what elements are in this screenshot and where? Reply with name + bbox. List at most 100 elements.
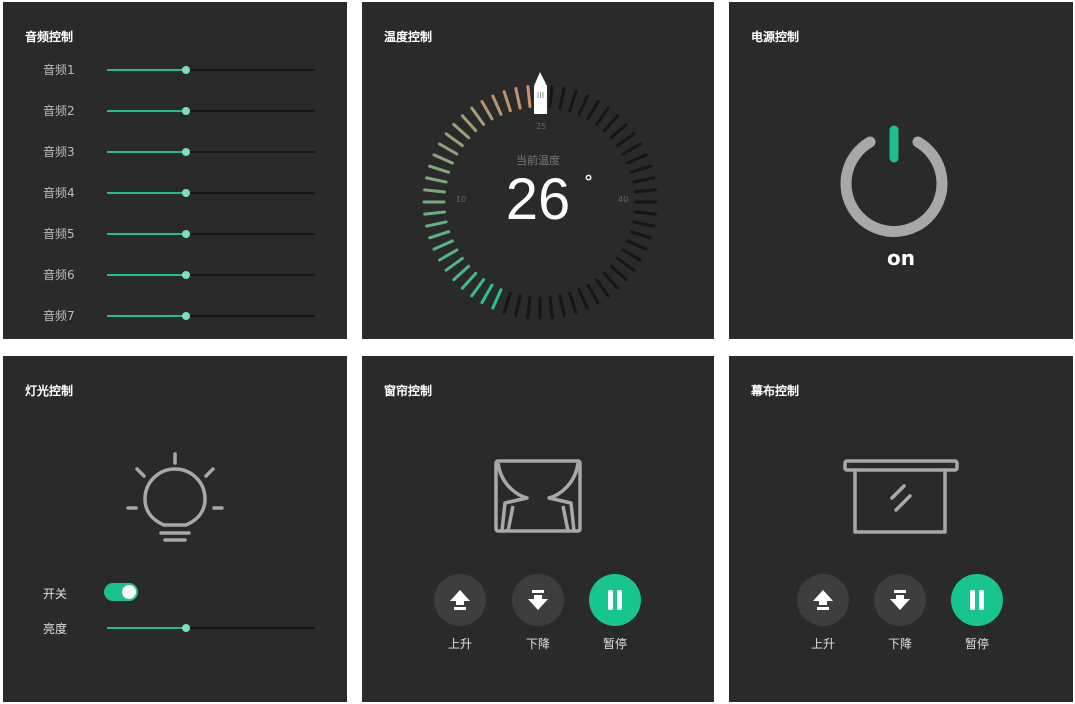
curtain-pause-button[interactable] — [589, 574, 641, 626]
audio-channel-row-6: 音频6 — [3, 265, 347, 285]
curtain-icon — [494, 459, 582, 533]
audio-channel-row-4: 音频4 — [3, 183, 347, 203]
slider-fill — [107, 151, 187, 153]
dial-tick — [491, 288, 503, 310]
screen-down-label: 下降 — [887, 637, 912, 651]
arrow-up-icon — [813, 590, 833, 610]
light-switch-toggle[interactable] — [104, 583, 138, 601]
slider-handle[interactable] — [182, 189, 191, 197]
audio-channel-label: 音频6 — [43, 268, 75, 282]
light-panel-title: 灯光控制 — [25, 384, 74, 398]
toggle-knob — [122, 585, 136, 599]
audio-panel-title: 音频控制 — [25, 30, 74, 44]
projection-screen-icon — [843, 459, 959, 534]
dial-tick — [586, 100, 600, 121]
slider-handle[interactable] — [182, 230, 191, 238]
dial-tick — [526, 85, 532, 109]
audio-channel-row-7: 音频7 — [3, 306, 347, 326]
dial-tick — [514, 294, 522, 317]
degree-symbol: ° — [584, 172, 593, 193]
bulb-icon — [126, 452, 224, 542]
slider-handle[interactable] — [182, 624, 191, 632]
dial-tick — [444, 256, 464, 272]
audio-slider-2[interactable] — [107, 107, 315, 115]
screen-up-button[interactable] — [797, 574, 849, 626]
power-icon[interactable] — [833, 120, 953, 240]
screen-pause-button[interactable] — [951, 574, 1003, 626]
dial-tick — [470, 106, 486, 126]
audio-channel-label: 音频2 — [43, 104, 75, 118]
brightness-slider[interactable] — [107, 624, 315, 632]
audio-slider-3[interactable] — [107, 148, 315, 156]
light-switch-label: 开关 — [43, 587, 68, 601]
audio-channel-row-1: 音频1 — [3, 60, 347, 80]
audio-slider-6[interactable] — [107, 271, 315, 279]
audio-channel-label: 音频3 — [43, 145, 75, 159]
dial-tick — [577, 288, 589, 310]
slider-handle[interactable] — [182, 312, 191, 320]
slider-fill — [107, 627, 187, 629]
dial-tick — [452, 264, 471, 282]
slider-handle[interactable] — [182, 148, 191, 156]
slider-handle[interactable] — [182, 271, 191, 279]
dial-tick — [577, 94, 589, 116]
dial-tick — [548, 295, 554, 319]
audio-channel-label: 音频5 — [43, 227, 75, 241]
dial-tick — [558, 87, 566, 110]
curtain-control-panel: 窗帘控制 上升 下降 暂停 — [362, 356, 714, 702]
power-panel-title: 电源控制 — [751, 30, 800, 44]
power-control-panel: 电源控制 on — [729, 2, 1073, 339]
curtain-up-label: 上升 — [447, 637, 472, 651]
slider-fill — [107, 192, 187, 194]
audio-slider-7[interactable] — [107, 312, 315, 320]
screen-down-button[interactable] — [874, 574, 926, 626]
scale-mid-label: 25 — [536, 122, 547, 131]
dial-tick — [502, 291, 512, 314]
audio-slider-4[interactable] — [107, 189, 315, 197]
dial-tick — [594, 278, 610, 298]
pause-icon — [608, 590, 622, 610]
dial-tick — [526, 295, 532, 319]
audio-slider-1[interactable] — [107, 66, 315, 74]
temperature-control-panel: 温度控制 25 10 40 当前温度 26 ° — [362, 2, 714, 339]
dial-tick — [514, 87, 522, 110]
dial-tick — [602, 271, 620, 290]
curtain-pause-label: 暂停 — [602, 637, 627, 651]
dial-tick — [432, 239, 454, 251]
slider-handle[interactable] — [182, 66, 191, 74]
slider-fill — [107, 274, 187, 276]
audio-channel-label: 音频7 — [43, 309, 75, 323]
curtain-panel-title: 窗帘控制 — [384, 384, 433, 398]
curtain-up-button[interactable] — [434, 574, 486, 626]
audio-channel-row-5: 音频5 — [3, 224, 347, 244]
dial-tick — [480, 283, 494, 304]
audio-channel-label: 音频1 — [43, 63, 75, 77]
dial-tick — [621, 248, 642, 262]
dial-tick — [548, 85, 554, 109]
screen-up-label: 上升 — [810, 637, 835, 651]
audio-channel-label: 音频4 — [43, 186, 75, 200]
slider-fill — [107, 315, 187, 317]
dial-tick — [438, 248, 459, 262]
slider-fill — [107, 233, 187, 235]
pause-icon — [970, 590, 984, 610]
dial-tick — [480, 100, 494, 121]
arrow-up-icon — [450, 590, 470, 610]
curtain-down-button[interactable] — [512, 574, 564, 626]
slider-handle[interactable] — [182, 107, 191, 115]
dial-tick — [616, 132, 636, 148]
temperature-value: 26 — [505, 167, 571, 232]
dial-tick — [609, 122, 628, 140]
dial-tick — [452, 122, 471, 140]
arrow-down-icon — [528, 590, 548, 610]
dial-tick — [609, 264, 628, 282]
audio-slider-5[interactable] — [107, 230, 315, 238]
dial-tick — [460, 114, 478, 133]
screen-panel-title: 幕布控制 — [751, 384, 800, 398]
screen-pause-label: 暂停 — [964, 637, 989, 651]
audio-channel-row-3: 音频3 — [3, 142, 347, 162]
dial-tick — [460, 271, 478, 290]
dial-tick — [470, 278, 486, 298]
power-state-label: on — [887, 246, 915, 270]
audio-control-panel: 音频控制 音频1 音频2 音频3 音频4 音频5 音频6 音频7 — [3, 2, 347, 339]
